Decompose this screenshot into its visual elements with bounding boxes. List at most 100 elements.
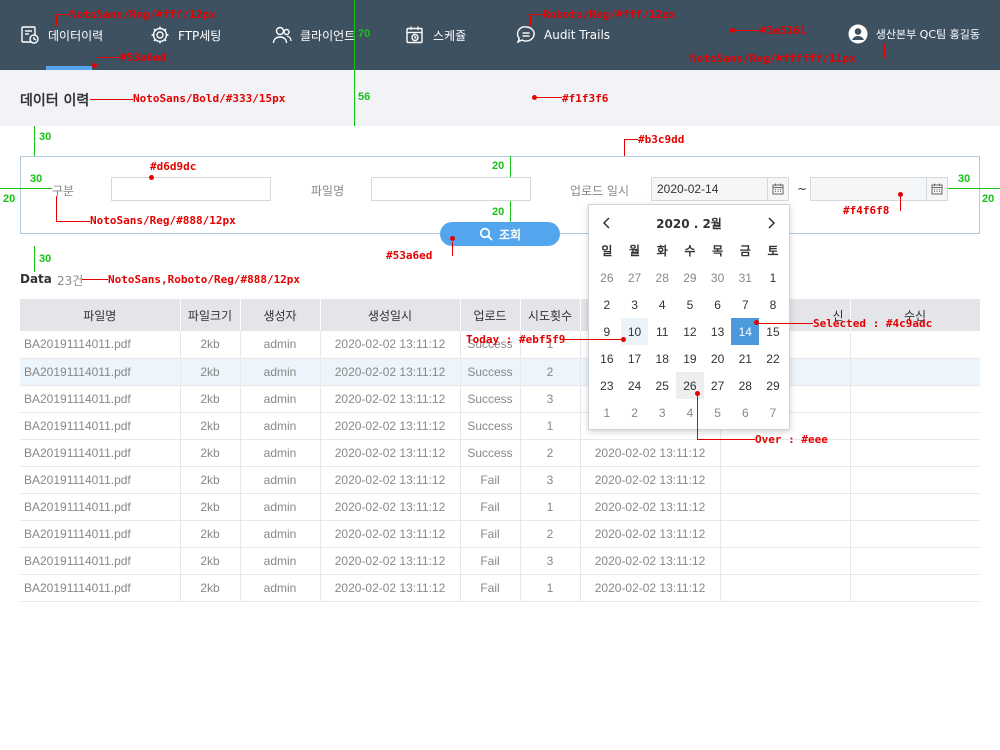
nav-item-clients[interactable]: 클라이언트 (272, 24, 355, 46)
nav-item-data-history[interactable]: 데이터이력 (20, 24, 103, 46)
nav-item-audit-trails[interactable]: Audit Trails (516, 24, 610, 46)
calendar-day[interactable]: 13 (704, 318, 732, 345)
calendar-day[interactable]: 29 (676, 264, 704, 291)
cell-filename: BA20191114011.pdf (20, 520, 181, 548)
table-row[interactable]: BA20191114011.pdf 2kb admin 2020-02-02 13:1… (20, 574, 980, 602)
user-name: 생산본부 QC팀 홍길동 (875, 28, 980, 41)
calendar-day[interactable]: 30 (704, 264, 732, 291)
calendar-day[interactable]: 20 (704, 345, 732, 372)
user-menu[interactable]: 생산본부 QC팀 홍길동 (848, 24, 980, 44)
date-picker-grid: 일 월 화 수 목 금 토 26 27 28 29 30 31 1 2 3 4 5 6 7 8 9 10 11 12 13 14 15… (593, 237, 787, 426)
table-row[interactable]: BA20191114011.pdf 2kb admin 2020-02-02 13:1… (20, 358, 980, 386)
cell-filesize: 2kb (180, 385, 241, 413)
calendar-day[interactable]: 5 (676, 291, 704, 318)
calendar-day[interactable]: 26 (676, 372, 704, 399)
calendar-day[interactable]: 3 (648, 399, 676, 426)
col-header-attempts[interactable]: 시도횟수 (520, 299, 581, 331)
annotation-leader (697, 395, 698, 439)
table-row[interactable]: BA20191114011.pdf 2kb admin 2020-02-02 13:1… (20, 520, 980, 548)
filename-input[interactable] (371, 177, 531, 201)
calendar-day[interactable]: 6 (731, 399, 759, 426)
cell-filesize: 2kb (180, 466, 241, 494)
calendar-day[interactable]: 7 (759, 399, 787, 426)
cell-filename: BA20191114011.pdf (20, 466, 181, 494)
col-header-filename[interactable]: 파일명 (20, 299, 181, 331)
calendar-day[interactable]: 28 (648, 264, 676, 291)
table-row[interactable]: BA20191114011.pdf 2kb admin 2020-02-02 13:1… (20, 493, 980, 521)
cell-filename: BA20191114011.pdf (20, 574, 181, 602)
spacing-label: 30 (958, 173, 971, 185)
cell-attempts: 3 (520, 466, 581, 494)
annotation-leader (56, 14, 57, 26)
cell-filename: BA20191114011.pdf (20, 439, 181, 467)
calendar-day[interactable]: 11 (648, 318, 676, 345)
calendar-day[interactable]: 31 (731, 264, 759, 291)
cell-upload: Success (460, 385, 521, 413)
calendar-day[interactable]: 16 (593, 345, 621, 372)
date-from-calendar-button[interactable] (767, 177, 789, 201)
calendar-icon (931, 183, 943, 195)
table-row[interactable]: BA20191114011.pdf 2kb admin 2020-02-02 13:1… (20, 547, 980, 575)
annotation-dot (621, 337, 626, 342)
next-month-button[interactable] (763, 215, 779, 231)
calendar-day[interactable]: 27 (704, 372, 732, 399)
table-row[interactable]: BA20191114011.pdf 2kb admin 2020-02-02 13:1… (20, 439, 980, 467)
annotation-leader (624, 139, 625, 156)
col-header-creator[interactable]: 생성자 (240, 299, 321, 331)
calendar-day[interactable]: 12 (676, 318, 704, 345)
calendar-day[interactable]: 19 (676, 345, 704, 372)
calendar-day[interactable]: 26 (593, 264, 621, 291)
calendar-day[interactable]: 2 (593, 291, 621, 318)
date-from-input[interactable]: 2020-02-14 (651, 177, 768, 201)
calendar-day[interactable]: 29 (759, 372, 787, 399)
cell-col-8 (720, 466, 851, 494)
cell-receive (850, 412, 980, 440)
cell-attempts: 2 (520, 520, 581, 548)
calendar-day[interactable]: 4 (676, 399, 704, 426)
calendar-day[interactable]: 23 (593, 372, 621, 399)
col-header-created-at[interactable]: 생성일시 (320, 299, 461, 331)
date-picker-month-title: 2020 . 2월 (656, 217, 722, 231)
calendar-day[interactable]: 25 (648, 372, 676, 399)
nav-item-schedule[interactable]: 스케쥴 (405, 24, 466, 46)
calendar-day[interactable]: 3 (621, 291, 649, 318)
calendar-day[interactable]: 2 (621, 399, 649, 426)
date-to-input[interactable] (810, 177, 927, 201)
annotation-leader (56, 221, 90, 222)
cell-created-at: 2020-02-02 13:11:12 (320, 493, 461, 521)
calendar-day[interactable]: 1 (759, 264, 787, 291)
table-row[interactable]: BA20191114011.pdf 2kb admin 2020-02-02 13:1… (20, 412, 980, 440)
annotation-leader (900, 196, 901, 211)
cell-receive (850, 493, 980, 521)
col-header-filesize[interactable]: 파일크기 (180, 299, 241, 331)
nav-item-ftp-settings[interactable]: FTP세팅 (150, 24, 221, 46)
cell-upload: Success (460, 358, 521, 386)
col-header-upload[interactable]: 업로드 (460, 299, 521, 331)
annotation-leader (90, 99, 133, 100)
table-row[interactable]: BA20191114011.pdf 2kb admin 2020-02-02 13:1… (20, 466, 980, 494)
calendar-day[interactable]: 24 (621, 372, 649, 399)
calendar-day[interactable]: 5 (704, 399, 732, 426)
cell-receive (850, 439, 980, 467)
annotation-user-font: NotoSans/Reg/#ffffff/11px (690, 52, 856, 65)
calendar-day[interactable]: 1 (593, 399, 621, 426)
calendar-day[interactable]: 4 (648, 291, 676, 318)
table-row[interactable]: BA20191114011.pdf 2kb admin 2020-02-02 13:1… (20, 385, 980, 413)
cell-filesize: 2kb (180, 520, 241, 548)
calendar-day[interactable]: 7 (731, 291, 759, 318)
search-button[interactable]: 조회 (440, 222, 560, 246)
data-section-label: Data (20, 272, 52, 286)
calendar-day[interactable]: 21 (731, 345, 759, 372)
calendar-day[interactable]: 18 (648, 345, 676, 372)
calendar-day[interactable]: 6 (704, 291, 732, 318)
cell-created-at: 2020-02-02 13:11:12 (320, 385, 461, 413)
calendar-day[interactable]: 22 (759, 345, 787, 372)
calendar-day[interactable]: 28 (731, 372, 759, 399)
date-to-calendar-button[interactable] (926, 177, 948, 201)
calendar-day[interactable]: 27 (621, 264, 649, 291)
calendar-day[interactable]: 9 (593, 318, 621, 345)
calendar-day[interactable]: 8 (759, 291, 787, 318)
cell-creator: admin (240, 547, 321, 575)
calendar-day[interactable]: 17 (621, 345, 649, 372)
category-input[interactable] (111, 177, 271, 201)
